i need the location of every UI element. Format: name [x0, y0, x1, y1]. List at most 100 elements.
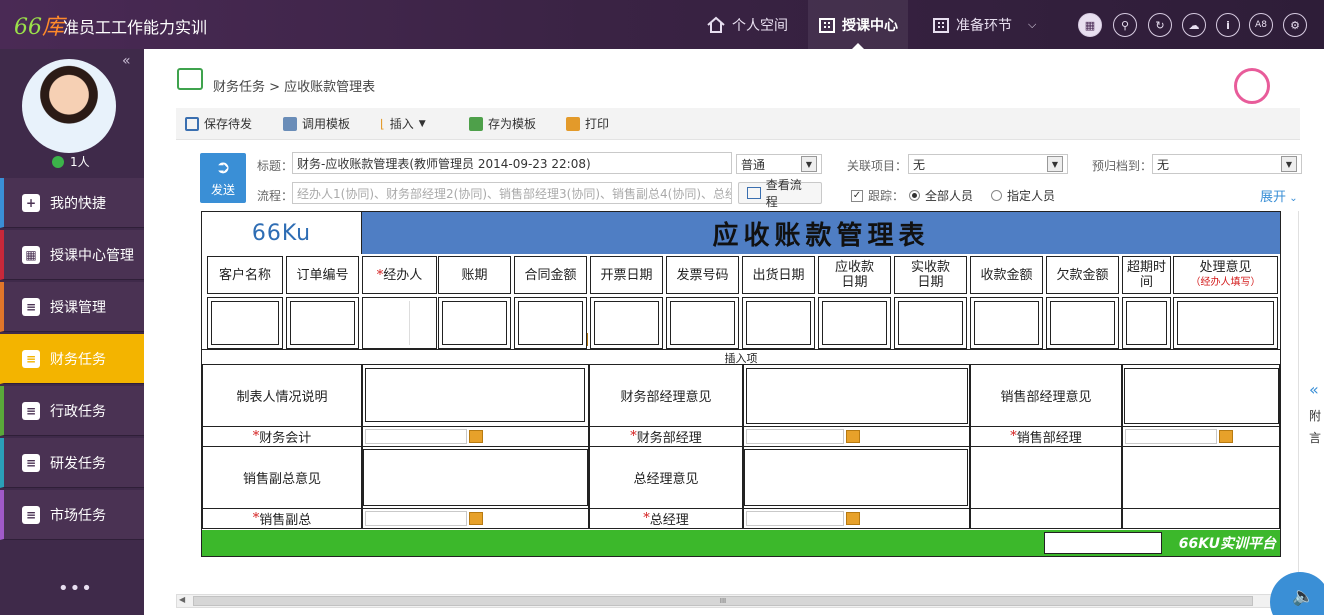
sidebar-item-teaching-center-mgmt[interactable]: ▦ 授课中心管理: [0, 230, 144, 280]
button-label: 保存待发: [204, 117, 253, 131]
cell-input[interactable]: [1177, 301, 1274, 345]
cell-input[interactable]: [442, 301, 507, 345]
home-icon: [707, 16, 725, 33]
empty-cell: [970, 447, 1122, 509]
refresh-icon[interactable]: ↻: [1148, 13, 1172, 37]
cell-input[interactable]: [594, 301, 659, 345]
nav-preparation[interactable]: 准备环节 ⌵: [922, 0, 1046, 49]
col-text: 超期时: [1126, 260, 1166, 275]
flow-input[interactable]: 经办人1(协同)、财务部经理2(协同)、销售部经理3(协同)、销售副总4(协同)…: [292, 182, 732, 204]
expand-link[interactable]: 展开 ⌄: [1260, 186, 1298, 205]
cell-input[interactable]: [822, 301, 887, 345]
picker-icon[interactable]: [846, 430, 860, 443]
save-as-template-button[interactable]: 存为模板: [469, 115, 536, 132]
attachment-label[interactable]: 附言: [1309, 405, 1321, 449]
preparer-note-input[interactable]: [365, 368, 585, 422]
cell-input[interactable]: [290, 301, 355, 345]
send-button[interactable]: ➲ 发送: [200, 153, 246, 203]
save-icon: [185, 116, 199, 131]
view-flow-button[interactable]: 查看流程: [738, 178, 822, 209]
chevron-down-icon: ⌄: [1286, 193, 1298, 204]
scroll-thumb[interactable]: III: [193, 596, 1253, 606]
button-label: 存为模板: [488, 117, 537, 131]
sidebar-item-admin-tasks[interactable]: ≡ 行政任务: [0, 386, 144, 436]
search-icon[interactable]: ⚲: [1113, 13, 1137, 37]
collapse-icon[interactable]: «: [122, 53, 131, 69]
info-icon[interactable]: i: [1216, 13, 1240, 37]
vp-sales-opinion-input[interactable]: [363, 449, 588, 506]
a8-icon[interactable]: A8: [1249, 13, 1273, 37]
sidebar-item-shortcuts[interactable]: + 我的快捷: [0, 178, 144, 228]
use-template-button[interactable]: 调用模板: [283, 115, 350, 132]
sales-mgr-opinion-label: 销售部经理意见: [970, 365, 1122, 427]
picker-icon[interactable]: [469, 430, 483, 443]
select-value: 普通: [741, 157, 766, 172]
avatar[interactable]: [22, 59, 116, 153]
button-label: 查看流程: [765, 178, 802, 209]
sidebar-item-teaching-mgmt[interactable]: ≡ 授课管理: [0, 282, 144, 332]
related-project-select[interactable]: 无 ▼: [908, 154, 1068, 174]
scroll-left-icon[interactable]: ◀: [179, 595, 185, 604]
sidebar-item-rd-tasks[interactable]: ≡ 研发任务: [0, 438, 144, 488]
picker-icon[interactable]: [1219, 430, 1233, 443]
building-icon: [177, 68, 203, 90]
track-all-label: 全部人员: [925, 189, 974, 203]
sidebar-item-market-tasks[interactable]: ≡ 市场任务: [0, 490, 144, 540]
col-header: 超期时间: [1122, 256, 1171, 294]
app-title: 准员工工作能力实训: [63, 18, 208, 37]
sales-mgr-input[interactable]: [1125, 429, 1217, 444]
document-icon: ≡: [22, 505, 40, 524]
clock-icon[interactable]: [1234, 68, 1270, 104]
sidebar-item-finance-tasks[interactable]: ≡ 财务任务: [0, 334, 144, 384]
horizontal-scrollbar[interactable]: ◀ III: [176, 594, 1280, 608]
col-text: 收款金额: [980, 267, 1033, 283]
handler-input[interactable]: [366, 301, 410, 345]
track-checkbox[interactable]: ✓: [851, 189, 863, 202]
gm-input[interactable]: [746, 511, 844, 526]
cell-input[interactable]: [746, 301, 811, 345]
track-all-radio[interactable]: [909, 190, 921, 201]
cloud-icon[interactable]: ☁: [1182, 13, 1206, 37]
cell-input[interactable]: [670, 301, 735, 345]
save-template-icon: [469, 116, 483, 131]
sales-mgr-label: * 销售部经理: [970, 427, 1122, 447]
finance-mgr-input[interactable]: [746, 429, 844, 444]
settings-icon[interactable]: ⚙: [1283, 13, 1307, 37]
cell-input[interactable]: [211, 301, 279, 345]
priority-select[interactable]: 普通 ▼: [736, 154, 822, 174]
finance-mgr-opinion-input[interactable]: [746, 368, 968, 424]
cell-input[interactable]: [974, 301, 1039, 345]
cell-input[interactable]: [1126, 301, 1167, 345]
sales-mgr-opinion-input[interactable]: [1124, 368, 1279, 424]
picker-icon[interactable]: [846, 512, 860, 525]
picker-icon[interactable]: [469, 512, 483, 525]
archive-select[interactable]: 无 ▼: [1152, 154, 1302, 174]
col-text: 处理意见: [1199, 260, 1252, 275]
grid-icon[interactable]: ▦: [1078, 13, 1102, 37]
save-pending-button[interactable]: 保存待发: [185, 115, 252, 132]
insert-row-link[interactable]: 插入项: [202, 349, 1280, 365]
nav-teaching-center[interactable]: 授课中心: [808, 0, 908, 49]
print-button[interactable]: 打印: [566, 115, 609, 132]
accountant-input[interactable]: [365, 429, 467, 444]
cell-input[interactable]: [1050, 301, 1115, 345]
track-specific-radio[interactable]: [991, 190, 1003, 201]
insert-button[interactable]: ⌊ 插入 ▼: [380, 115, 426, 132]
field-label: 销售部经理: [1016, 431, 1082, 446]
share-icon: ➲: [215, 157, 231, 178]
footer-input[interactable]: [1044, 532, 1162, 554]
field-label: 销售副总: [259, 513, 312, 528]
nav-personal-space[interactable]: 个人空间: [696, 0, 798, 49]
more-icon[interactable]: •••: [58, 578, 93, 599]
footer-brand: 66KU实训平台: [1178, 536, 1276, 552]
cell-input[interactable]: [898, 301, 963, 345]
breadcrumb: 财务任务 > 应收账款管理表: [213, 80, 376, 95]
vp-sales-input[interactable]: [365, 511, 467, 526]
gm-opinion-input[interactable]: [744, 449, 968, 506]
cell-input[interactable]: [518, 301, 583, 345]
template-icon: [283, 116, 297, 131]
printer-icon: [566, 116, 580, 131]
title-input[interactable]: 财务-应收账款管理表(教师管理员 2014-09-23 22:08): [292, 152, 732, 174]
expand-panel-icon[interactable]: «: [1309, 380, 1319, 399]
finance-mgr-field: [743, 427, 970, 447]
